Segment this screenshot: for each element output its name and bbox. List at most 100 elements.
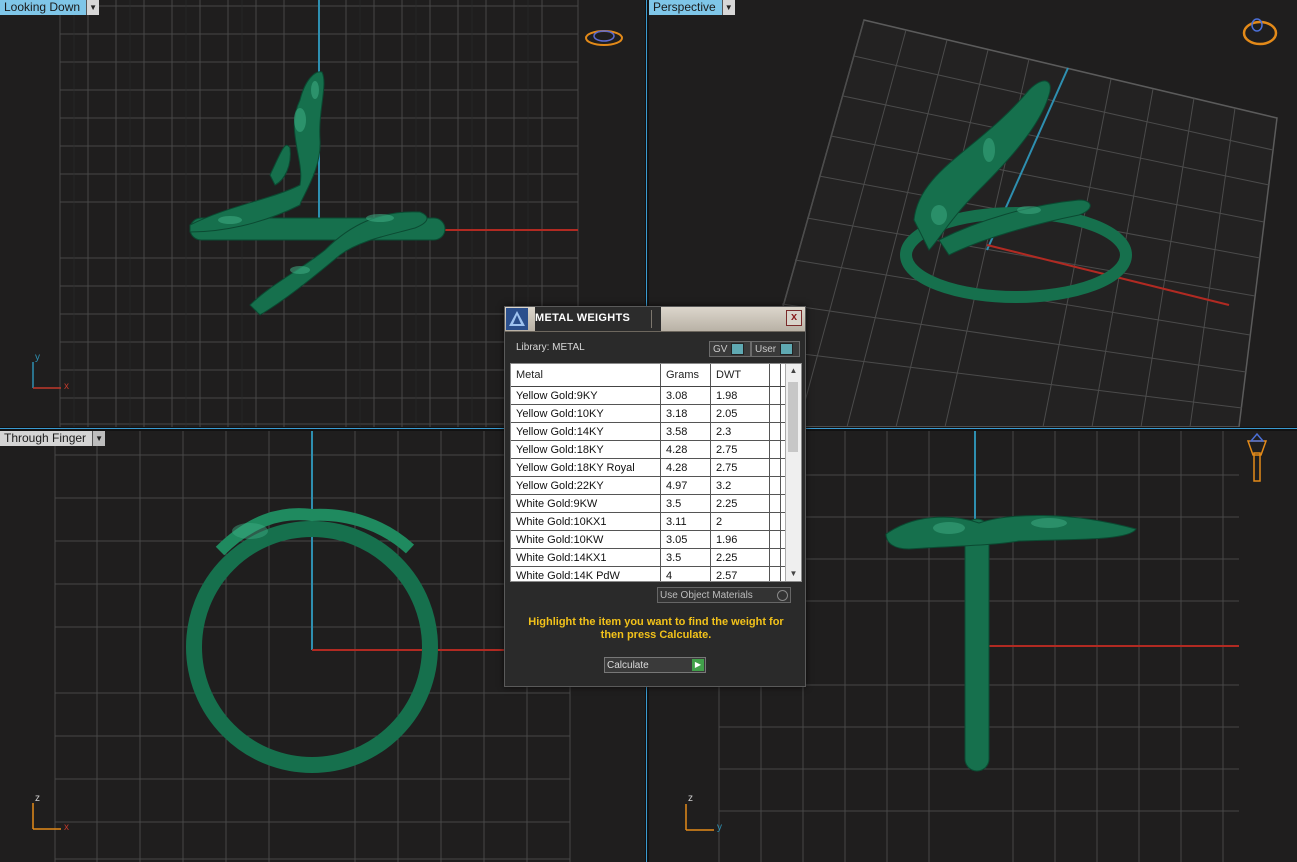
- cell-blank: [770, 531, 781, 548]
- axis-x-label: x: [64, 822, 69, 833]
- user-toggle-label: User: [755, 343, 777, 355]
- table-row[interactable]: White Gold:10KX1 3.11 2: [511, 513, 801, 531]
- cell-dwt: 2.25: [711, 549, 770, 566]
- cell-blank: [770, 513, 781, 530]
- cell-dwt: 2.05: [711, 405, 770, 422]
- chevron-down-icon[interactable]: ▼: [86, 0, 100, 15]
- cell-blank: [770, 387, 781, 404]
- cell-grams: 3.58: [661, 423, 711, 440]
- table-scrollbar[interactable]: ▲ ▼: [785, 364, 801, 581]
- close-button[interactable]: x: [786, 310, 802, 326]
- cell-dwt: 2.57: [711, 567, 770, 581]
- cell-grams: 3.5: [661, 549, 711, 566]
- calculate-button[interactable]: Calculate ▶: [604, 657, 706, 673]
- cell-metal: White Gold:14KX1: [511, 549, 661, 566]
- table-row[interactable]: Yellow Gold:22KY 4.97 3.2: [511, 477, 801, 495]
- cell-metal: Yellow Gold:18KY Royal: [511, 459, 661, 476]
- cell-metal: White Gold:10KW: [511, 531, 661, 548]
- cell-dwt: 1.98: [711, 387, 770, 404]
- toggle-knob-icon: [780, 343, 794, 355]
- cell-metal: White Gold:9KW: [511, 495, 661, 512]
- chevron-down-icon[interactable]: ▼: [721, 0, 735, 15]
- cell-metal: Yellow Gold:14KY: [511, 423, 661, 440]
- axis-z-label: z: [35, 793, 40, 804]
- table-row[interactable]: Yellow Gold:18KY Royal 4.28 2.75: [511, 459, 801, 477]
- cell-dwt: 3.2: [711, 477, 770, 494]
- cell-grams: 3.18: [661, 405, 711, 422]
- column-header-metal[interactable]: Metal: [511, 364, 661, 386]
- toggle-knob-icon: [731, 343, 745, 355]
- chevron-down-icon[interactable]: ▼: [92, 431, 106, 446]
- cell-grams: 3.11: [661, 513, 711, 530]
- cell-dwt: 1.96: [711, 531, 770, 548]
- table-row[interactable]: Yellow Gold:14KY 3.58 2.3: [511, 423, 801, 441]
- metal-weights-dialog: METAL WEIGHTS x Library: METAL GV User M…: [504, 306, 806, 687]
- title-separator: [651, 310, 652, 328]
- cell-dwt: 2.3: [711, 423, 770, 440]
- axis-z-label: z: [688, 793, 693, 804]
- cell-grams: 3.08: [661, 387, 711, 404]
- table-row[interactable]: Yellow Gold:18KY 4.28 2.75: [511, 441, 801, 459]
- table-row[interactable]: White Gold:10KW 3.05 1.96: [511, 531, 801, 549]
- table-header: Metal Grams DWT: [511, 364, 801, 387]
- dialog-titlebar[interactable]: METAL WEIGHTS x: [505, 307, 805, 332]
- table-row[interactable]: White Gold:9KW 3.5 2.25: [511, 495, 801, 513]
- axis-y-label: y: [717, 822, 722, 833]
- user-toggle[interactable]: User: [751, 341, 800, 357]
- viewport-label-top[interactable]: Looking Down ▼: [0, 0, 100, 15]
- viewport-title: Through Finger: [4, 431, 87, 445]
- cell-metal: Yellow Gold:22KY: [511, 477, 661, 494]
- column-header-dwt[interactable]: DWT: [711, 364, 770, 386]
- table-row[interactable]: Yellow Gold:10KY 3.18 2.05: [511, 405, 801, 423]
- scroll-up-icon[interactable]: ▲: [786, 364, 801, 378]
- gv-toggle-label: GV: [713, 343, 728, 355]
- cell-grams: 4: [661, 567, 711, 581]
- axis-x-label: x: [64, 381, 69, 392]
- viewport-title: Perspective: [653, 0, 716, 14]
- viewport-label-front[interactable]: Through Finger ▼: [0, 431, 106, 446]
- cell-blank: [770, 477, 781, 494]
- app-logo-icon: [506, 308, 528, 330]
- cell-grams: 4.28: [661, 459, 711, 476]
- column-header-blank: [770, 364, 781, 386]
- table-row[interactable]: White Gold:14KX1 3.5 2.25: [511, 549, 801, 567]
- cell-dwt: 2.75: [711, 459, 770, 476]
- cell-dwt: 2.75: [711, 441, 770, 458]
- cell-metal: White Gold:14K PdW: [511, 567, 661, 581]
- cell-blank: [770, 459, 781, 476]
- cell-dwt: 2: [711, 513, 770, 530]
- instruction-text: Highlight the item you want to find the …: [528, 616, 784, 641]
- table-row[interactable]: White Gold:14K PdW 4 2.57: [511, 567, 801, 581]
- cell-grams: 3.05: [661, 531, 711, 548]
- table-row[interactable]: Yellow Gold:9KY 3.08 1.98: [511, 387, 801, 405]
- cell-grams: 4.28: [661, 441, 711, 458]
- cell-metal: Yellow Gold:10KY: [511, 405, 661, 422]
- viewport-title: Looking Down: [4, 0, 81, 14]
- cell-dwt: 2.25: [711, 495, 770, 512]
- use-object-materials-label: Use Object Materials: [660, 589, 753, 601]
- axis-y-label: y: [35, 352, 40, 363]
- scroll-down-icon[interactable]: ▼: [786, 567, 801, 581]
- cell-blank: [770, 423, 781, 440]
- viewport-label-perspective[interactable]: Perspective ▼: [649, 0, 735, 15]
- cell-blank: [770, 567, 781, 581]
- gv-toggle[interactable]: GV: [709, 341, 751, 357]
- cell-metal: White Gold:10KX1: [511, 513, 661, 530]
- scroll-thumb[interactable]: [788, 382, 798, 452]
- cell-blank: [770, 495, 781, 512]
- use-object-materials-option[interactable]: Use Object Materials: [657, 587, 791, 603]
- radio-icon[interactable]: [777, 590, 788, 601]
- cell-grams: 3.5: [661, 495, 711, 512]
- cell-grams: 4.97: [661, 477, 711, 494]
- dialog-title: METAL WEIGHTS: [535, 307, 661, 331]
- table-body: Yellow Gold:9KY 3.08 1.98 Yellow Gold:10KY 3…: [511, 387, 801, 581]
- play-icon: ▶: [692, 659, 704, 671]
- metal-table[interactable]: Metal Grams DWT Yellow Gold:9KY 3.08 1.98 Y…: [510, 363, 802, 582]
- column-header-grams[interactable]: Grams: [661, 364, 711, 386]
- calculate-label: Calculate: [607, 659, 649, 671]
- cell-metal: Yellow Gold:9KY: [511, 387, 661, 404]
- cell-blank: [770, 441, 781, 458]
- cell-metal: Yellow Gold:18KY: [511, 441, 661, 458]
- library-label: Library: METAL: [516, 342, 585, 353]
- cell-blank: [770, 405, 781, 422]
